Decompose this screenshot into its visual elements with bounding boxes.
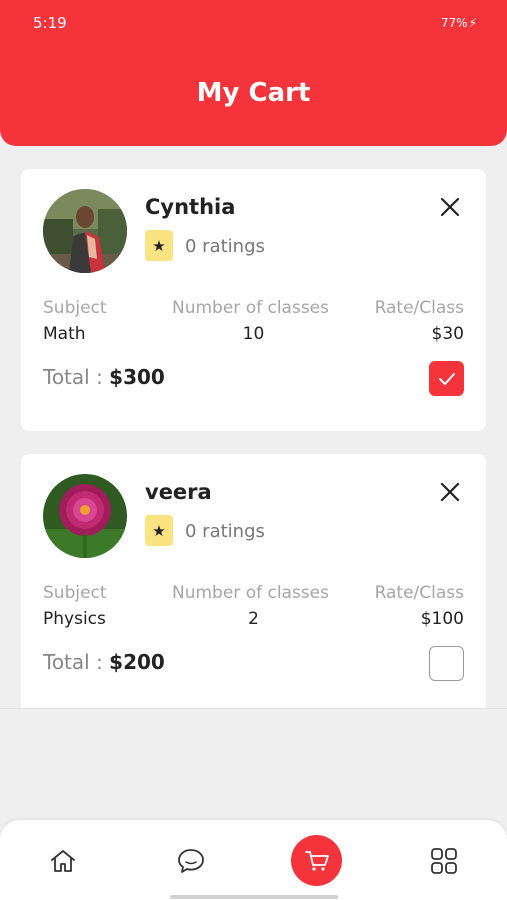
remove-item-button[interactable] bbox=[438, 195, 462, 219]
chat-icon bbox=[178, 849, 204, 873]
classes-value: 10 bbox=[242, 324, 265, 344]
classes-value: 2 bbox=[248, 609, 259, 629]
charging-icon: ⚡ bbox=[468, 16, 477, 30]
status-time: 5:19 bbox=[33, 14, 67, 32]
total-label: Total : bbox=[43, 650, 110, 674]
tutor-avatar bbox=[43, 189, 127, 273]
classes-label: Number of classes bbox=[172, 583, 330, 603]
close-icon bbox=[440, 482, 460, 502]
grid-menu-icon bbox=[431, 848, 457, 874]
rate-value: $30 bbox=[431, 324, 464, 344]
battery-status: 77%⚡ bbox=[441, 16, 477, 30]
cart-item-card: Cynthia ★ 0 ratings Subject Number of cl… bbox=[21, 169, 486, 431]
subject-label: Subject bbox=[43, 298, 107, 318]
page-title: My Cart bbox=[196, 78, 311, 108]
home-icon bbox=[51, 850, 75, 872]
tutor-avatar bbox=[43, 474, 127, 558]
total-value: $200 bbox=[109, 650, 165, 674]
home-indicator bbox=[170, 895, 338, 899]
ratings-count: 0 ratings bbox=[185, 521, 265, 542]
select-item-checkbox[interactable] bbox=[429, 361, 464, 396]
nav-menu-button[interactable] bbox=[424, 841, 464, 881]
rate-value: $100 bbox=[420, 609, 464, 629]
classes-label: Number of classes bbox=[172, 298, 330, 318]
rate-label: Rate/Class bbox=[374, 298, 464, 318]
close-icon bbox=[440, 197, 460, 217]
checkmark-icon bbox=[438, 372, 455, 385]
subject-label: Subject bbox=[43, 583, 107, 603]
total-row: Total : $300 bbox=[43, 365, 165, 389]
tutor-name: veera bbox=[145, 480, 212, 504]
rate-label: Rate/Class bbox=[374, 583, 464, 603]
star-icon: ★ bbox=[145, 515, 173, 546]
nav-home-button[interactable] bbox=[43, 841, 83, 881]
select-item-checkbox[interactable] bbox=[429, 646, 464, 681]
tutor-name: Cynthia bbox=[145, 195, 236, 219]
nav-cart-button[interactable] bbox=[291, 835, 342, 886]
bottom-navigation bbox=[0, 820, 507, 900]
nav-chat-button[interactable] bbox=[171, 841, 211, 881]
total-value: $300 bbox=[109, 365, 165, 389]
cart-icon bbox=[304, 850, 329, 871]
cart-item-card: veera ★ 0 ratings Subject Number of clas… bbox=[21, 454, 486, 710]
total-row: Total : $200 bbox=[43, 650, 165, 674]
subject-value: Physics bbox=[43, 609, 106, 629]
battery-level: 77% bbox=[440, 16, 468, 30]
content-background bbox=[0, 708, 507, 820]
star-icon: ★ bbox=[145, 230, 173, 261]
total-label: Total : bbox=[43, 365, 110, 389]
ratings-count: 0 ratings bbox=[185, 236, 265, 257]
subject-value: Math bbox=[43, 324, 86, 344]
remove-item-button[interactable] bbox=[438, 480, 462, 504]
app-header: 5:19 77%⚡ My Cart bbox=[0, 0, 507, 146]
